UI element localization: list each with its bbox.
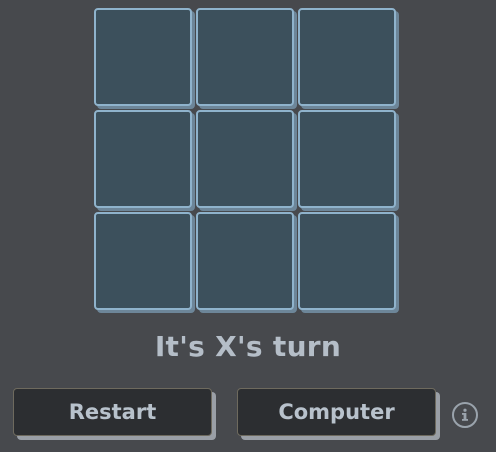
board-cell-9[interactable]: [298, 212, 396, 310]
restart-button[interactable]: Restart: [13, 388, 212, 436]
board-cell-3[interactable]: [298, 8, 396, 106]
game-board: [94, 8, 396, 310]
board-cell-1[interactable]: [94, 8, 192, 106]
board-cell-8[interactable]: [196, 212, 294, 310]
info-glyph: [462, 408, 468, 421]
board-cell-5[interactable]: [196, 110, 294, 208]
board-cell-2[interactable]: [196, 8, 294, 106]
info-icon[interactable]: [452, 402, 478, 428]
turn-status: It's X's turn: [154, 330, 342, 363]
tic-tac-toe-app: It's X's turn Restart Computer: [0, 0, 496, 452]
computer-button[interactable]: Computer: [237, 388, 436, 436]
board-cell-7[interactable]: [94, 212, 192, 310]
board-cell-6[interactable]: [298, 110, 396, 208]
board-cell-4[interactable]: [94, 110, 192, 208]
